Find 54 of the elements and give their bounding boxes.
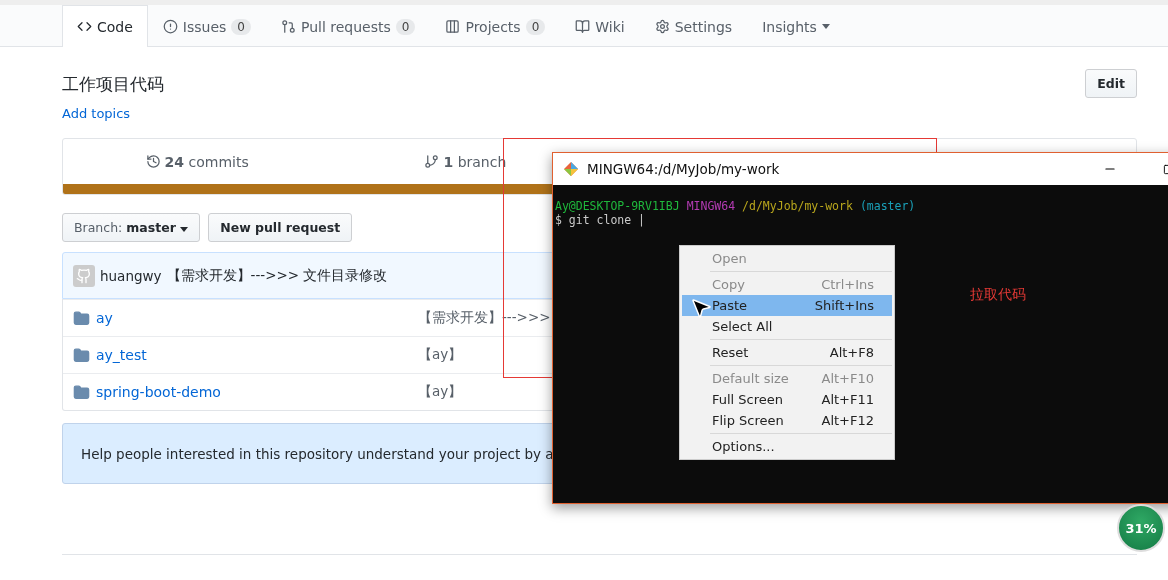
new-pull-request-button[interactable]: New pull request: [208, 213, 353, 242]
mouse-cursor-icon: [689, 296, 713, 320]
commit-message: 【需求开发】--->>> 文件目录修改: [166, 266, 388, 285]
terminal-command: $ git clone |: [555, 213, 646, 227]
tab-count: 0: [525, 18, 546, 35]
prompt-text: Ay@DESKTOP-9RV1IBJ: [555, 199, 680, 213]
pull-request-icon: [281, 19, 296, 34]
folder-icon: [73, 346, 90, 364]
prompt-text: /d/MyJob/my-work: [742, 199, 853, 213]
settings-icon: [654, 19, 670, 34]
prompt-text: (master): [859, 199, 916, 213]
caret-icon: [180, 227, 189, 232]
prompt-text: MINGW64: [686, 199, 736, 213]
repo-tab[interactable]: Insights: [747, 5, 845, 47]
help-text: Help people interested in this repository understand your project by a: [81, 445, 554, 462]
code-icon: [77, 19, 92, 34]
add-topics-link[interactable]: Add topics: [62, 106, 131, 121]
repo-tab[interactable]: Issues 0: [147, 5, 266, 47]
menu-item[interactable]: Options...: [682, 436, 892, 457]
repo-tab[interactable]: Settings: [639, 5, 748, 47]
project-board-icon: [445, 19, 461, 34]
avatar-icon: [73, 264, 95, 287]
menu-item[interactable]: Reset Alt+F8: [682, 342, 892, 363]
window-title: MINGW64:/d/MyJob/my-work: [587, 161, 781, 177]
folder-link[interactable]: ay: [73, 309, 113, 327]
repo-tab[interactable]: Wiki: [560, 5, 640, 47]
commit-author[interactable]: huangwy: [100, 267, 162, 284]
folder-link[interactable]: ay_test: [73, 346, 147, 364]
book-icon: [575, 19, 591, 34]
folder-icon: [73, 383, 90, 401]
menu-item[interactable]: Flip Screen Alt+F12: [682, 410, 892, 431]
menu-item[interactable]: Full Screen Alt+F11: [682, 389, 892, 410]
repo-tab[interactable]: Code: [62, 5, 148, 47]
tab-count: 0: [395, 18, 416, 35]
branch-icon: [424, 154, 440, 169]
tab-count: 0: [231, 18, 251, 35]
annotation-text: 拉取代码: [970, 286, 1026, 304]
repo-stat-link[interactable]: 24 commits: [145, 153, 249, 170]
menu-item[interactable]: Select All: [682, 316, 892, 337]
repo-tab[interactable]: Pull requests 0: [266, 5, 431, 47]
branch-select-button[interactable]: Branch: master: [62, 213, 201, 242]
folder-link[interactable]: spring-boot-demo: [73, 383, 221, 401]
commit-message: 【ay】: [418, 346, 463, 364]
menu-item[interactable]: Paste Shift+Ins: [682, 295, 892, 316]
git-logo-icon: [563, 161, 579, 177]
issue-icon: [162, 19, 178, 34]
repo-description: 工作项目代码: [62, 73, 164, 96]
history-icon: [145, 154, 161, 169]
repo-tab[interactable]: Projects 0: [430, 5, 561, 47]
folder-icon: [73, 309, 90, 327]
commit-message: 【ay】: [418, 383, 463, 401]
edit-button[interactable]: Edit: [1085, 69, 1137, 98]
progress-badge: 31%: [1117, 504, 1165, 552]
stat-text: 24 commits: [164, 153, 249, 170]
